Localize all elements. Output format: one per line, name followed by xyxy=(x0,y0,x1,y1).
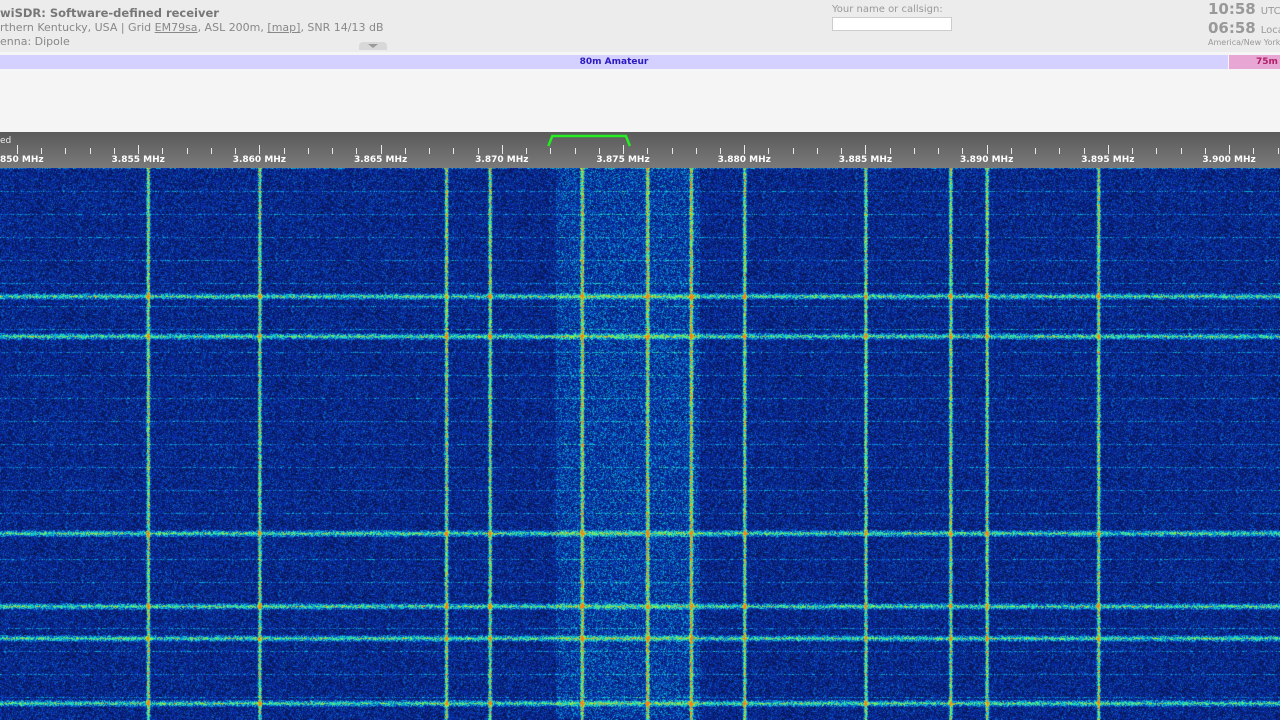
scale-tick-label: 850 MHz xyxy=(0,155,44,165)
scale-tick-label: 3.860 MHz xyxy=(233,155,286,165)
map-link[interactable]: [map] xyxy=(267,21,300,34)
scale-tick-label: 3.885 MHz xyxy=(839,155,892,165)
scale-tick-label: 3.875 MHz xyxy=(596,155,649,165)
utc-time: 10:58 xyxy=(1208,0,1256,18)
callsign-label: Your name or callsign: xyxy=(832,4,943,15)
collapse-arrow-icon[interactable] xyxy=(359,42,387,50)
scale-tick-label: 3.870 MHz xyxy=(475,155,528,165)
local-label: Loca xyxy=(1260,25,1280,36)
utc-label: UTC xyxy=(1260,6,1280,17)
location-text: rthern Kentucky, USA | Grid xyxy=(0,21,155,34)
snr-text: , SNR 14/13 dB xyxy=(300,21,384,34)
grid-link[interactable]: EM79sa xyxy=(155,21,198,34)
scale-side-label: ed xyxy=(0,136,12,146)
altitude-text: , ASL 200m, xyxy=(197,21,268,34)
timezone-label: America/New York xyxy=(1208,38,1280,47)
scale-svg: 850 MHz 3.855 MHz 3.860 MHz 3.865 MHz 3.870 … xyxy=(0,134,1279,165)
band-80m-amateur[interactable]: 80m Amateur xyxy=(0,55,1228,69)
receiver-header: wiSDR: Software-defined receiver rthern … xyxy=(0,0,1280,52)
scale-tick-label: 3.895 MHz xyxy=(1081,155,1134,165)
waterfall-display[interactable] xyxy=(0,168,1280,720)
passband-marker[interactable] xyxy=(547,134,632,147)
scale-tick-label: 3.865 MHz xyxy=(354,155,407,165)
antenna-info: enna: Dipole xyxy=(0,35,70,48)
scale-tick-label: 3.890 MHz xyxy=(960,155,1013,165)
clock-local: 06:58 Loca xyxy=(1208,19,1280,37)
scale-tick-label: 3.900 MHz xyxy=(1202,155,1255,165)
band-bar: 80m Amateur 75m E xyxy=(0,52,1280,132)
receiver-info: rthern Kentucky, USA | Grid EM79sa, ASL … xyxy=(0,21,384,34)
local-time: 06:58 xyxy=(1208,19,1256,37)
callsign-input[interactable] xyxy=(832,17,952,31)
receiver-title: wiSDR: Software-defined receiver xyxy=(0,6,219,20)
scale-tick-label: 3.855 MHz xyxy=(112,155,165,165)
scale-tick-label: 3.880 MHz xyxy=(718,155,771,165)
clock-utc: 10:58 UTC xyxy=(1208,0,1280,18)
band-75m[interactable]: 75m E xyxy=(1229,55,1280,69)
frequency-scale[interactable]: 850 MHz 3.855 MHz 3.860 MHz 3.865 MHz 3.870 … xyxy=(0,132,1280,168)
